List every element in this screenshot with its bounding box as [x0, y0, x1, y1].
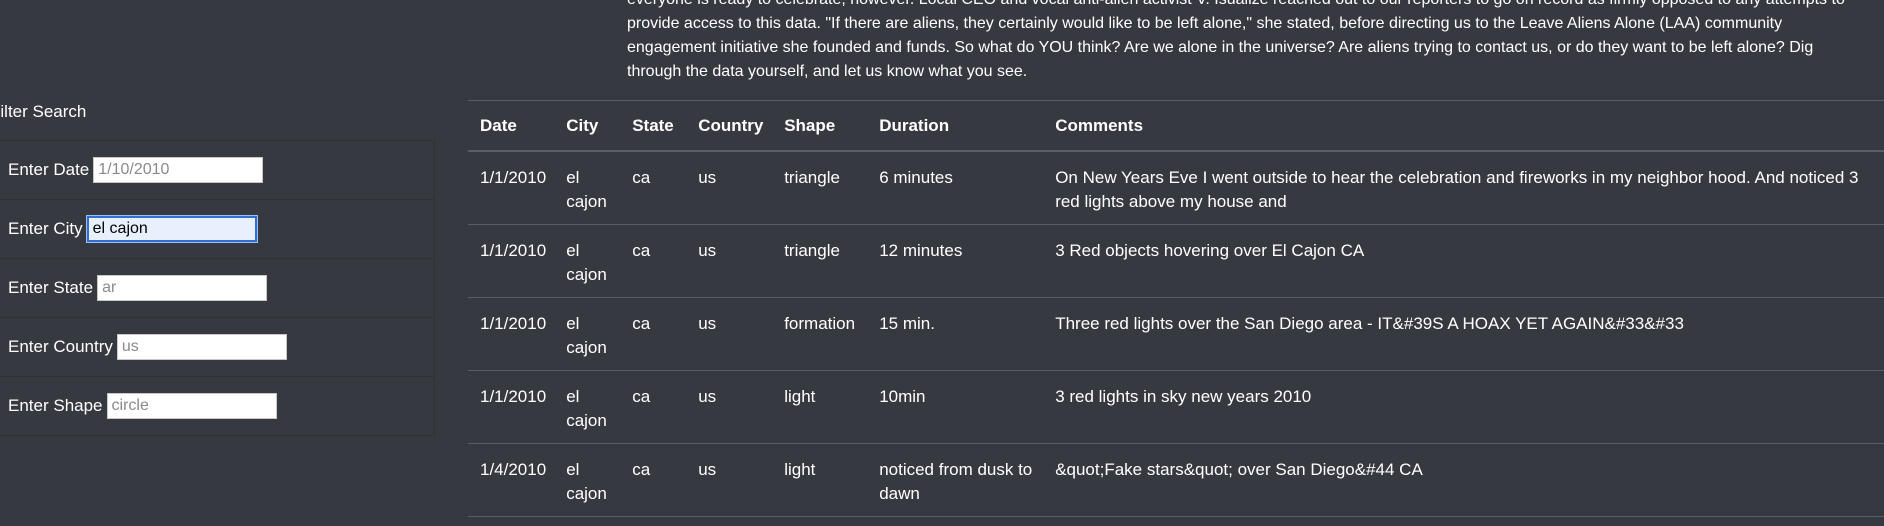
- city-input[interactable]: [85, 215, 258, 243]
- date-label: Enter Date: [8, 160, 90, 179]
- table-row: 1/4/2010 el cajon ca us light noticed fr…: [468, 443, 1884, 517]
- cell-comments: Three red lights over the San Diego area…: [1045, 297, 1884, 371]
- filter-item-city: Enter City: [0, 200, 435, 259]
- filter-item-state: Enter State: [0, 259, 435, 318]
- header-comments: Comments: [1045, 100, 1884, 152]
- table-row: 1/1/2010 el cajon ca us formation 15 min…: [468, 297, 1884, 371]
- header-state: State: [622, 100, 689, 152]
- cell-shape: triangle: [774, 224, 870, 298]
- state-input[interactable]: [97, 275, 268, 301]
- cell-city: el cajon: [556, 443, 623, 517]
- cell-state: ca: [622, 297, 689, 371]
- cell-state: ca: [622, 151, 689, 225]
- cell-shape: triangle: [774, 151, 870, 225]
- cell-comments: &quot;Fake stars&quot; over San Diego&#4…: [1045, 443, 1884, 517]
- cell-shape: light: [774, 443, 870, 517]
- cell-state: ca: [622, 224, 689, 298]
- shape-input[interactable]: [106, 393, 277, 419]
- cell-city: el cajon: [556, 151, 623, 225]
- table-row: 1/1/2010 el cajon ca us light 10min 3 re…: [468, 370, 1884, 444]
- country-input[interactable]: [116, 334, 287, 360]
- intro-section: everyone is ready to celebrate, however.…: [627, 0, 1867, 84]
- ufo-table: Date City State Country Shape Duration C…: [468, 100, 1884, 517]
- header-shape: Shape: [774, 100, 870, 152]
- country-label: Enter Country: [8, 337, 113, 356]
- intro-paragraph: everyone is ready to celebrate, however.…: [627, 0, 1845, 80]
- filter-title: Filter Search: [0, 102, 87, 121]
- cell-country: us: [688, 224, 775, 298]
- cell-country: us: [688, 151, 775, 225]
- cell-state: ca: [622, 443, 689, 517]
- filter-item-date: Enter Date: [0, 141, 435, 200]
- filter-item-shape: Enter Shape: [0, 377, 435, 436]
- cell-country: us: [688, 370, 775, 444]
- header-city: City: [556, 100, 623, 152]
- cell-duration: 6 minutes: [869, 151, 1046, 225]
- table-row: 1/1/2010 el cajon ca us triangle 6 minut…: [468, 151, 1884, 225]
- cell-comments: 3 Red objects hovering over El Cajon CA: [1045, 224, 1884, 298]
- state-label: Enter State: [8, 278, 94, 297]
- cell-country: us: [688, 443, 775, 517]
- cell-comments: 3 red lights in sky new years 2010: [1045, 370, 1884, 444]
- header-country: Country: [688, 100, 775, 152]
- table-header-row: Date City State Country Shape Duration C…: [468, 100, 1884, 152]
- cell-country: us: [688, 297, 775, 371]
- cell-duration: noticed from dusk to dawn: [869, 443, 1046, 517]
- cell-city: el cajon: [556, 370, 623, 444]
- date-input[interactable]: [93, 157, 264, 183]
- cell-shape: formation: [774, 297, 870, 371]
- filter-list: Enter Date Enter City Enter State Enter …: [0, 140, 435, 436]
- cell-date: 1/1/2010: [468, 370, 557, 444]
- city-label: Enter City: [8, 219, 83, 238]
- cell-date: 1/1/2010: [468, 151, 557, 225]
- table-row: 1/1/2010 el cajon ca us triangle 12 minu…: [468, 224, 1884, 298]
- ufo-table-container: Date City State Country Shape Duration C…: [468, 100, 1884, 517]
- cell-comments: On New Years Eve I went outside to hear …: [1045, 151, 1884, 225]
- cell-date: 1/1/2010: [468, 224, 557, 298]
- cell-city: el cajon: [556, 297, 623, 371]
- cell-city: el cajon: [556, 224, 623, 298]
- cell-duration: 12 minutes: [869, 224, 1046, 298]
- cell-state: ca: [622, 370, 689, 444]
- cell-duration: 10min: [869, 370, 1046, 444]
- header-date: Date: [468, 100, 557, 152]
- cell-date: 1/4/2010: [468, 443, 557, 517]
- cell-shape: light: [774, 370, 870, 444]
- filter-item-country: Enter Country: [0, 318, 435, 377]
- cell-duration: 15 min.: [869, 297, 1046, 371]
- header-duration: Duration: [869, 100, 1046, 152]
- shape-label: Enter Shape: [8, 396, 103, 415]
- cell-date: 1/1/2010: [468, 297, 557, 371]
